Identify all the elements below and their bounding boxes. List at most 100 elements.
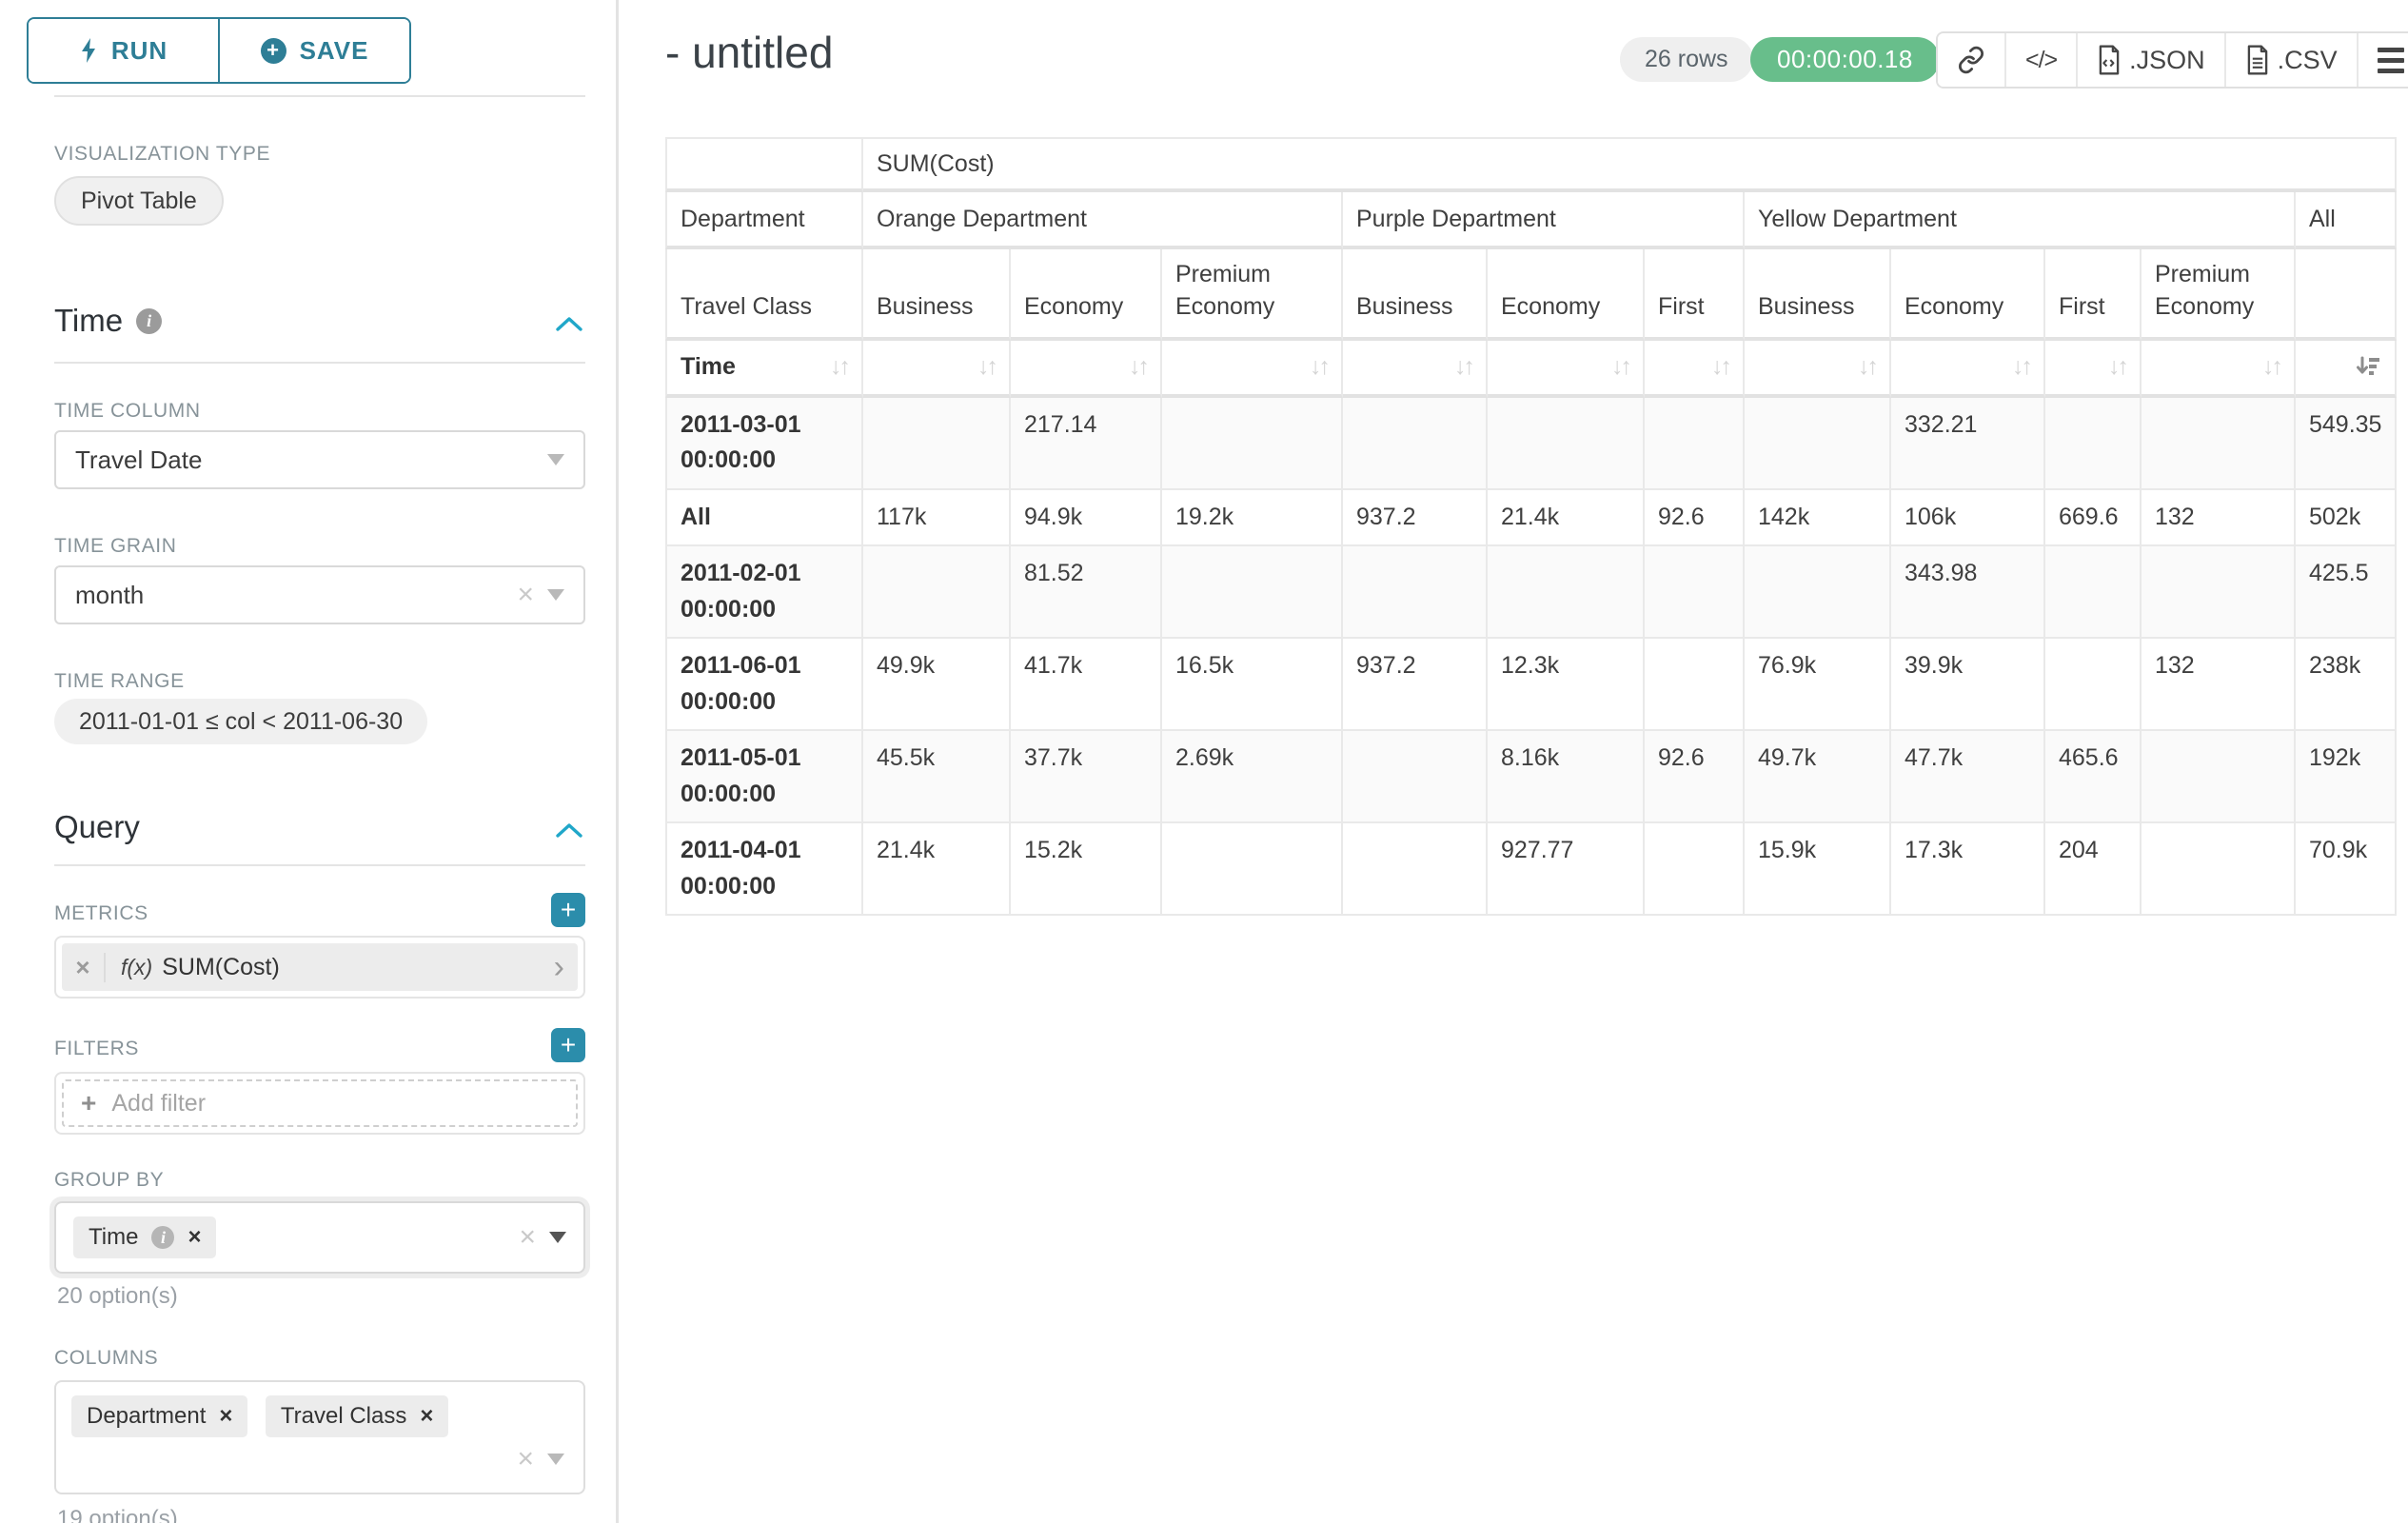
pivot-cell: 41.7k (1011, 639, 1162, 731)
clear-icon[interactable]: × (517, 581, 534, 609)
sort-icon: ↓↑ (2108, 353, 2126, 381)
pivot-column-group-header: Purple Department (1343, 192, 1745, 249)
pivot-table: SUM(Cost)DepartmentOrange DepartmentPurp… (665, 137, 2397, 916)
time-grain-label: TIME GRAIN (54, 535, 177, 558)
embed-code-button[interactable]: </> (2004, 33, 2076, 87)
metric-pill[interactable]: × f(x) SUM(Cost) › (62, 943, 578, 991)
panel-divider[interactable] (616, 0, 619, 1523)
clear-icon[interactable]: × (517, 1445, 534, 1474)
columns-tag[interactable]: Travel Class × (266, 1395, 448, 1437)
visualization-type-pill[interactable]: Pivot Table (54, 176, 224, 226)
pivot-cell (2142, 398, 2296, 490)
pivot-cell: 45.5k (863, 731, 1011, 823)
columns-tag[interactable]: Department × (71, 1395, 247, 1437)
pivot-travel-class-header: Business (863, 249, 1011, 341)
chart-title[interactable]: - untitled (665, 27, 833, 78)
group-by-tag[interactable]: Time i × (73, 1216, 216, 1258)
more-options-button[interactable] (2357, 33, 2408, 87)
pivot-travel-class-header: Business (1343, 249, 1488, 341)
pivot-cell: 669.6 (2045, 490, 2142, 547)
lightning-bolt-icon (79, 37, 98, 64)
clear-icon[interactable]: × (519, 1223, 536, 1252)
pivot-cell: 132 (2142, 490, 2296, 547)
run-button[interactable]: RUN (29, 19, 218, 82)
pivot-sort-column[interactable] (2296, 341, 2397, 398)
pivot-cell: 49.7k (1745, 731, 1891, 823)
pivot-cell: 15.9k (1745, 823, 1891, 916)
pivot-sort-column[interactable]: ↓↑ (2045, 341, 2142, 398)
pivot-travel-class-header: First (2045, 249, 2142, 341)
metric-name: SUM(Cost) (162, 954, 280, 981)
pivot-cell: 37.7k (1011, 731, 1162, 823)
pivot-cell: 12.3k (1488, 639, 1645, 731)
pivot-cell: 927.77 (1488, 823, 1645, 916)
pivot-cell (1488, 398, 1645, 490)
control-panel: Chart Type RUN + SAVE VISUALIZATION TYPE… (0, 0, 616, 1523)
query-section-collapse-icon[interactable] (552, 821, 586, 841)
pivot-cell: 15.2k (1011, 823, 1162, 916)
time-range-pill[interactable]: 2011-01-01 ≤ col < 2011-06-30 (54, 699, 427, 744)
remove-tag-icon[interactable]: × (420, 1403, 433, 1430)
pivot-cell: 92.6 (1645, 490, 1745, 547)
pivot-sort-column[interactable]: ↓↑ (1343, 341, 1488, 398)
export-json-button[interactable]: .JSON (2076, 33, 2224, 87)
time-grain-select[interactable]: month × (54, 565, 585, 624)
pivot-travel-class-header: Economy (1488, 249, 1645, 341)
save-button[interactable]: + SAVE (218, 19, 409, 82)
pivot-row-header: All (665, 490, 863, 547)
pivot-cell (1343, 731, 1488, 823)
add-filter-dropzone[interactable]: + Add filter (62, 1079, 578, 1127)
pivot-cell: 343.98 (1891, 546, 2045, 639)
pivot-cell: 21.4k (863, 823, 1011, 916)
pivot-cell: 106k (1891, 490, 2045, 547)
sort-icon: ↓↑ (1858, 353, 1876, 381)
pivot-cell: 117k (863, 490, 1011, 547)
sort-icon: ↓↑ (1129, 353, 1147, 381)
remove-tag-icon[interactable]: × (188, 1224, 201, 1251)
section-divider (54, 95, 585, 97)
pivot-cell (1343, 398, 1488, 490)
pivot-sort-time[interactable]: Time↓↑ (665, 341, 863, 398)
pivot-sort-column[interactable]: ↓↑ (1645, 341, 1745, 398)
pivot-travel-class-header (2296, 249, 2397, 341)
plus-circle-icon: + (261, 38, 286, 64)
pivot-cell: 8.16k (1488, 731, 1645, 823)
chevron-right-icon[interactable]: › (554, 951, 564, 983)
pivot-sort-column[interactable]: ↓↑ (1488, 341, 1645, 398)
pivot-sort-column[interactable]: ↓↑ (1011, 341, 1162, 398)
plus-icon: + (81, 1088, 96, 1118)
pivot-sort-column[interactable]: ↓↑ (1745, 341, 1891, 398)
menu-icon (2378, 48, 2404, 73)
query-timer-badge: 00:00:00.18 (1750, 37, 1940, 82)
pivot-travel-class-corner: Travel Class (665, 249, 863, 341)
export-csv-button[interactable]: .CSV (2224, 33, 2357, 87)
pivot-cell: 81.52 (1011, 546, 1162, 639)
pivot-sort-column[interactable]: ↓↑ (2142, 341, 2296, 398)
add-metric-button[interactable]: + (551, 893, 585, 927)
pivot-sort-column[interactable]: ↓↑ (1162, 341, 1343, 398)
add-filter-plus-button[interactable]: + (551, 1028, 585, 1062)
copy-link-button[interactable] (1938, 33, 2004, 87)
pivot-cell (1645, 823, 1745, 916)
function-icon: f(x) (121, 955, 152, 980)
group-by-select[interactable]: Time i × × (54, 1201, 585, 1274)
pivot-cell: 70.9k (2296, 823, 2397, 916)
time-column-select[interactable]: Travel Date (54, 430, 585, 489)
time-range-label: TIME RANGE (54, 670, 185, 693)
columns-select[interactable]: Department × Travel Class × × (54, 1380, 585, 1494)
sort-desc-icon (2353, 355, 2381, 380)
pivot-cell: 47.7k (1891, 731, 2045, 823)
pivot-cell (863, 546, 1011, 639)
pivot-sort-column[interactable]: ↓↑ (863, 341, 1011, 398)
pivot-table-container: SUM(Cost)DepartmentOrange DepartmentPurp… (665, 137, 2397, 916)
add-filter-placeholder: Add filter (111, 1090, 206, 1118)
time-section-collapse-icon[interactable] (552, 314, 586, 335)
pivot-cell (1343, 823, 1488, 916)
pivot-cell (1162, 823, 1343, 916)
pivot-sort-column[interactable]: ↓↑ (1891, 341, 2045, 398)
sort-icon: ↓↑ (1454, 353, 1472, 381)
sort-icon: ↓↑ (830, 353, 848, 381)
remove-metric-icon[interactable]: × (62, 953, 106, 982)
remove-tag-icon[interactable]: × (219, 1403, 232, 1430)
group-by-tag-label: Time (89, 1224, 138, 1251)
